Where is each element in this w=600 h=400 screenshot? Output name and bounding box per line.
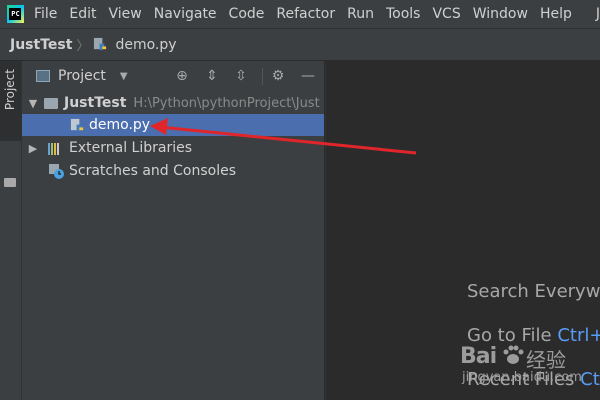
menu-run[interactable]: Run [341, 0, 380, 28]
folder-icon [44, 97, 58, 109]
menu-code[interactable]: Code [223, 0, 271, 28]
chevron-down-icon[interactable]: ▼ [26, 97, 40, 110]
tree-item-external-libraries[interactable]: ▶ External Libraries [22, 137, 324, 159]
paw-icon [503, 345, 524, 364]
breadcrumb: JustTest 〉 demo.py [0, 29, 600, 61]
menu-view[interactable]: View [103, 0, 148, 28]
window-title-fragment: J [595, 6, 600, 22]
watermark-logo-cn: 经验 [526, 348, 566, 372]
left-tool-strip: Project [0, 61, 22, 400]
project-panel-title[interactable]: Project [58, 68, 106, 84]
project-tool-tab-label: Project [3, 69, 17, 111]
library-icon [48, 142, 63, 155]
watermark-logo: Bai [460, 344, 497, 369]
tree-item-root[interactable]: ▼ JustTest H:\Python\pythonProject\Just [22, 92, 324, 114]
menu-vcs[interactable]: VCS [426, 0, 466, 28]
menu-navigate[interactable]: Navigate [148, 0, 223, 28]
minimize-icon[interactable]: — [300, 68, 316, 84]
menu-edit[interactable]: Edit [63, 0, 102, 28]
menu-help[interactable]: Help [534, 0, 578, 28]
menu-refactor[interactable]: Refactor [270, 0, 341, 28]
breadcrumb-file[interactable]: demo.py [115, 37, 176, 53]
gear-icon[interactable]: ⚙ [270, 68, 286, 84]
chevron-down-icon[interactable]: ▼ [120, 71, 128, 82]
tree-scratches-label: Scratches and Consoles [69, 163, 236, 179]
scratch-console-icon [49, 164, 64, 179]
chevron-right-icon: 〉 [76, 39, 90, 54]
menu-tools[interactable]: Tools [380, 0, 427, 28]
menu-bar: PC File Edit View Navigate Code Refactor… [0, 0, 600, 29]
hint-search-everywhere: Search Everywh [467, 281, 600, 302]
chevron-right-icon[interactable]: ▶ [26, 142, 40, 155]
menu-window[interactable]: Window [467, 0, 534, 28]
tree-item-scratches[interactable]: Scratches and Consoles [22, 160, 324, 182]
tree-root-name: JustTest [64, 95, 127, 111]
project-tool-tab[interactable]: Project [0, 61, 21, 141]
pycharm-logo-text: PC [9, 8, 22, 20]
collapse-all-icon[interactable]: ⇳ [233, 68, 249, 84]
locate-target-icon[interactable]: ⊕ [174, 68, 190, 84]
folder-icon[interactable] [4, 178, 16, 187]
tree-item-demo-py[interactable]: demo.py [22, 114, 324, 136]
toolbar-divider [262, 68, 263, 85]
tree-root-path: H:\Python\pythonProject\Just [133, 95, 320, 111]
project-view-icon [36, 70, 50, 82]
python-file-icon [94, 37, 107, 51]
menu-file[interactable]: File [32, 0, 63, 28]
expand-all-icon[interactable]: ⇕ [204, 68, 220, 84]
breadcrumb-project[interactable]: JustTest [10, 37, 72, 53]
python-file-icon [70, 118, 84, 131]
watermark: Bai 经验 jingyan.baidu.com [460, 340, 600, 400]
tree-file-name: demo.py [89, 117, 151, 133]
project-panel: Project ▼ ⊕ ⇕ ⇳ ⚙ — ▼ JustTest H:\Python… [22, 61, 324, 400]
pycharm-logo-icon[interactable]: PC [7, 5, 24, 23]
tree-external-label: External Libraries [69, 140, 192, 156]
watermark-url: jingyan.baidu.com [462, 370, 582, 385]
